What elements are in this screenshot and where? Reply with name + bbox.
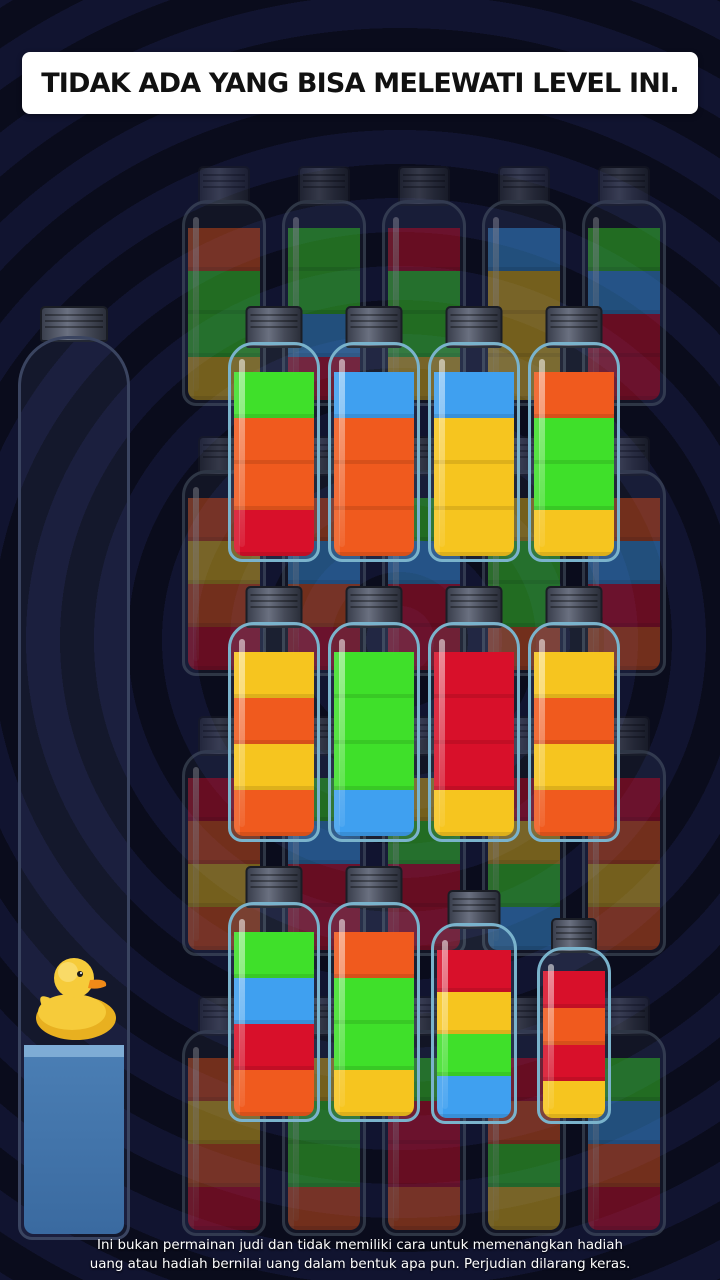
glass-shine [193, 767, 199, 941]
disclaimer-line-1: Ini bukan permainan judi dan tidak memil… [97, 1238, 623, 1253]
glass-shine [193, 487, 199, 661]
bottle-body [228, 622, 320, 842]
liquid-layer-yellow [534, 652, 614, 698]
bottle-body [228, 902, 320, 1122]
puzzle-bottle-9[interactable] [228, 866, 320, 1122]
liquid-layer-yellow [434, 464, 514, 510]
glass-shine [439, 359, 445, 547]
liquid-layer-green [334, 744, 414, 790]
puzzle-bottle-6[interactable] [328, 586, 420, 842]
title-banner: TIDAK ADA YANG BISA MELEWATI LEVEL INI. [22, 52, 698, 114]
glass-shine [239, 639, 245, 827]
liquid-layer-yellow [234, 652, 314, 698]
liquid-layer-orange [234, 1070, 314, 1116]
liquid-layer-blue [437, 1076, 511, 1118]
puzzle-bottle-3[interactable] [428, 306, 520, 562]
liquid-layer-orange [234, 790, 314, 836]
bottle-body [328, 902, 420, 1122]
glass-shine [339, 639, 345, 827]
liquid-layer-green [234, 372, 314, 418]
puzzle-bottle-1[interactable] [228, 306, 320, 562]
liquid-layer-yellow [434, 790, 514, 836]
liquid-layer-green [534, 464, 614, 510]
puzzle-bottle-11[interactable] [431, 890, 517, 1124]
liquid-layer-orange [234, 698, 314, 744]
liquid-layer-orange [334, 464, 414, 510]
liquid-layer-orange [534, 698, 614, 744]
liquid-layer-yellow [534, 510, 614, 556]
liquid-layer-green [334, 1024, 414, 1070]
glass-shine [539, 639, 545, 827]
liquid-layer-red [434, 698, 514, 744]
bottle-body [537, 947, 611, 1124]
glass-shine [439, 639, 445, 827]
liquid-layer-yellow [437, 992, 511, 1034]
liquid-layer-yellow [334, 1070, 414, 1116]
glass-shine [539, 359, 545, 547]
tube-body [18, 336, 130, 1240]
liquid-layer-blue [234, 978, 314, 1024]
banner-title: TIDAK ADA YANG BISA MELEWATI LEVEL INI. [41, 67, 679, 99]
bottle-body [431, 923, 517, 1124]
liquid-layer-green [234, 932, 314, 978]
glass-shine [193, 1047, 199, 1221]
liquid-layer-green [534, 418, 614, 464]
puzzle-bottle-4[interactable] [528, 306, 620, 562]
glass-shine [239, 919, 245, 1107]
bottle-body [428, 622, 520, 842]
empty-tall-tube[interactable] [18, 306, 130, 1240]
puzzle-bottle-2[interactable] [328, 306, 420, 562]
liquid-layer-orange [334, 510, 414, 556]
bottle-body [428, 342, 520, 562]
glass-shine [239, 359, 245, 547]
tube-water [24, 1045, 124, 1234]
glass-shine [442, 940, 448, 1109]
glass-shine [339, 359, 345, 547]
liquid-layer-yellow [434, 510, 514, 556]
glass-shine [193, 217, 199, 391]
liquid-layer-red [434, 652, 514, 698]
puzzle-bottle-8[interactable] [528, 586, 620, 842]
liquid-layer-orange [234, 464, 314, 510]
liquid-layer-yellow [534, 744, 614, 790]
liquid-layer-green [334, 652, 414, 698]
liquid-layer-red [234, 1024, 314, 1070]
liquid-layer-orange [334, 418, 414, 464]
bottle-body [328, 622, 420, 842]
puzzle-bottle-12[interactable] [537, 918, 611, 1124]
rubber-duck-icon [36, 958, 116, 1040]
liquid-layer-green [437, 1034, 511, 1076]
disclaimer-text: Ini bukan permainan judi dan tidak memil… [0, 1236, 720, 1274]
disclaimer-line-2: uang atau hadiah bernilai uang dalam ben… [89, 1257, 631, 1272]
liquid-layer-blue [334, 372, 414, 418]
liquid-layer-orange [534, 372, 614, 418]
bottle-body [528, 622, 620, 842]
bottle-body [328, 342, 420, 562]
liquid-layer-green [334, 698, 414, 744]
glass-shine [548, 964, 554, 1109]
liquid-layer-red [234, 510, 314, 556]
liquid-layer-green [334, 978, 414, 1024]
puzzle-bottle-7[interactable] [428, 586, 520, 842]
liquid-layer-blue [334, 790, 414, 836]
glass-shine [339, 919, 345, 1107]
liquid-layer-blue [434, 372, 514, 418]
liquid-layer-yellow [434, 418, 514, 464]
liquid-layer-red [434, 744, 514, 790]
liquid-layer-orange [534, 790, 614, 836]
bottle-body [528, 342, 620, 562]
bottle-body [228, 342, 320, 562]
liquid-layer-orange [334, 932, 414, 978]
liquid-layer-red [437, 950, 511, 992]
liquid-layer-yellow [234, 744, 314, 790]
liquid-layer-orange [234, 418, 314, 464]
puzzle-bottle-5[interactable] [228, 586, 320, 842]
puzzle-bottle-10[interactable] [328, 866, 420, 1122]
